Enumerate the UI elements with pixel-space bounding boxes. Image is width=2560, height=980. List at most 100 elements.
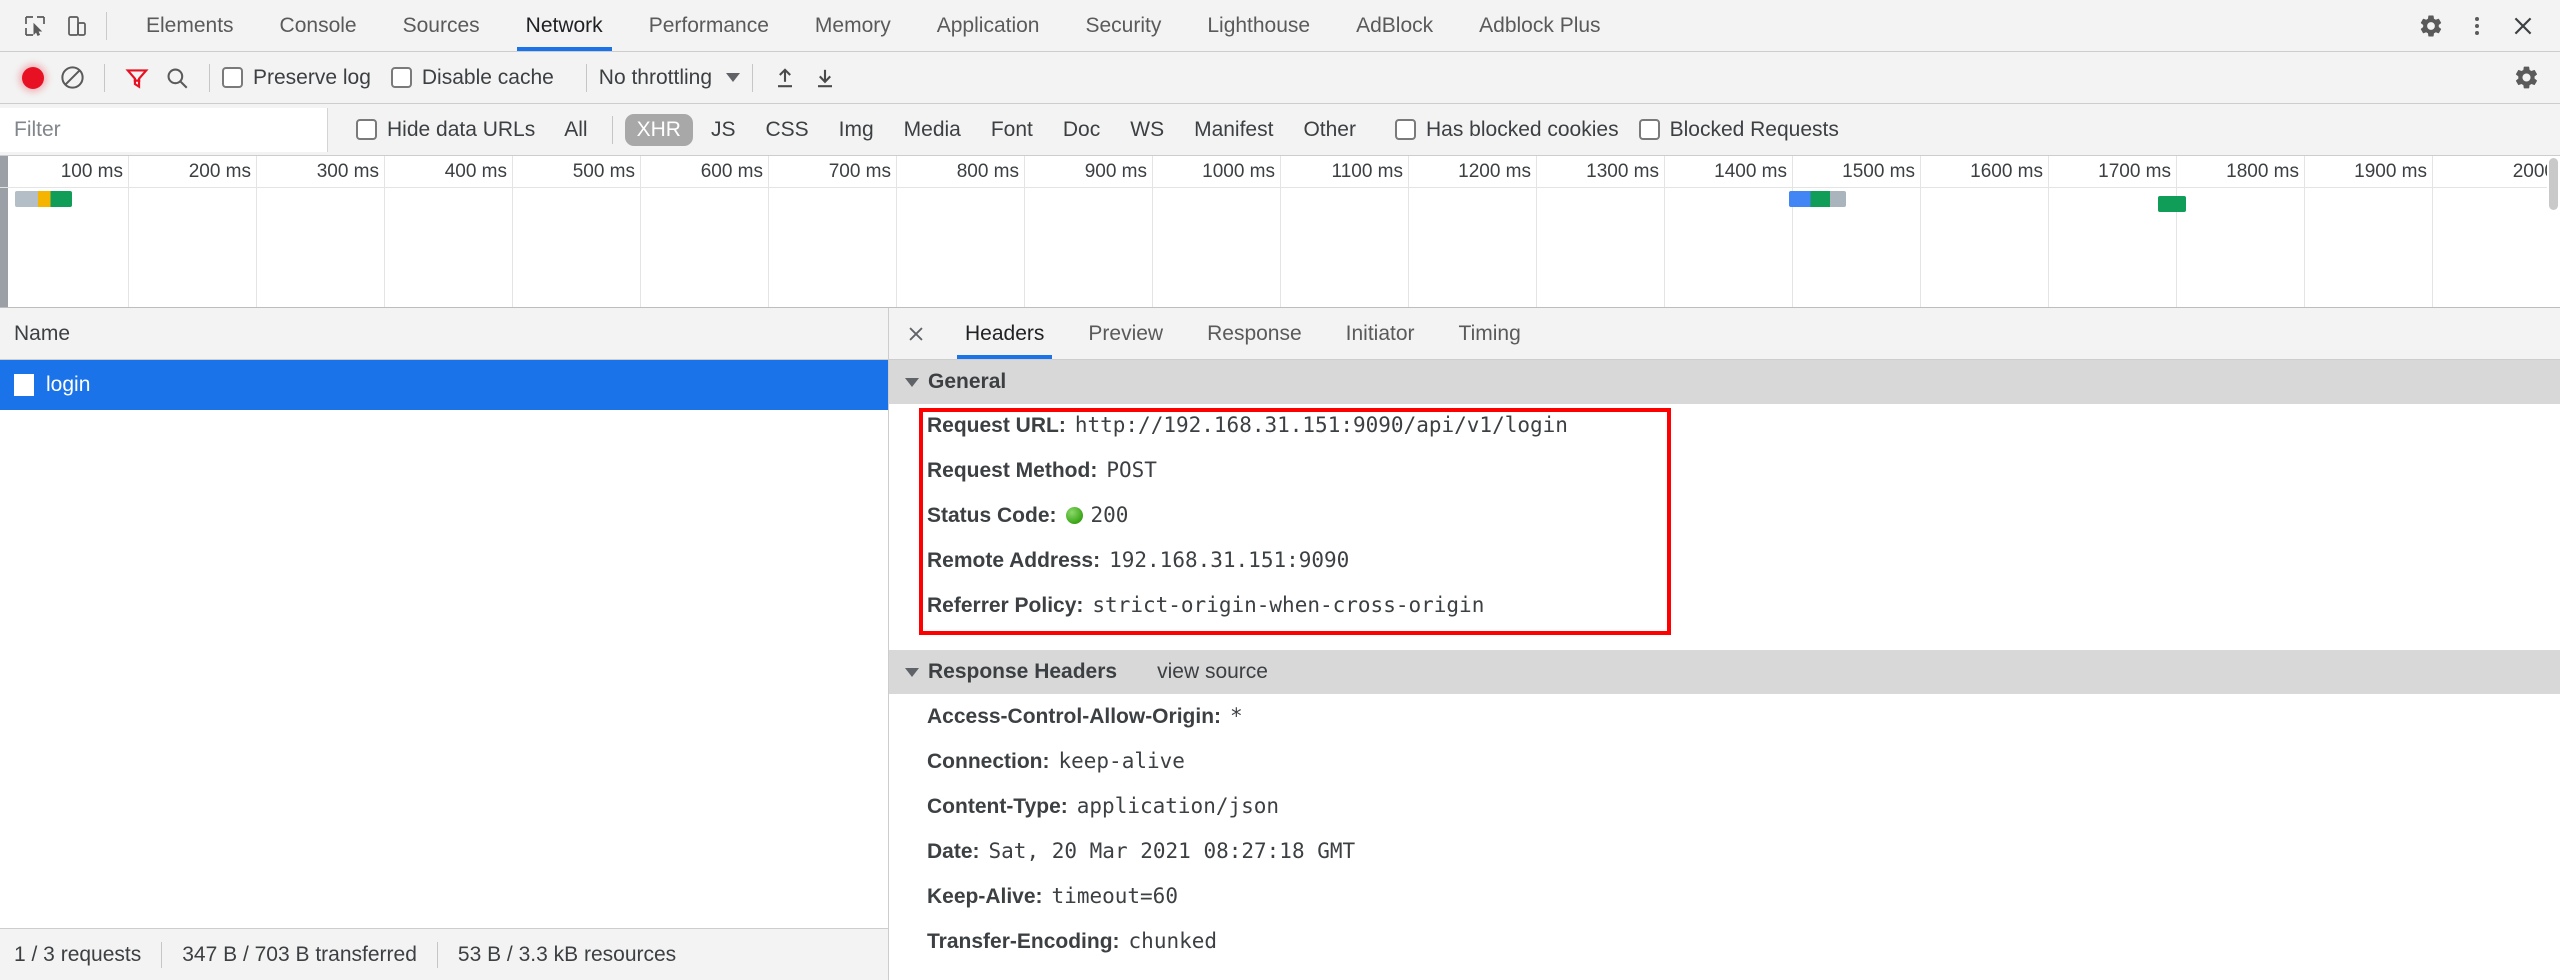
- filter-funnel-icon[interactable]: [117, 58, 157, 98]
- chevron-down-icon: [905, 377, 919, 387]
- blocked-requests-label: Blocked Requests: [1669, 117, 1839, 141]
- inspect-element-icon[interactable]: [14, 5, 56, 47]
- general-row-value: http://192.168.31.151:9090/api/v1/login: [1074, 413, 1568, 437]
- tab-console[interactable]: Console: [257, 0, 380, 51]
- timeline-overview[interactable]: 100 ms 200 ms 300 ms 400 ms 500 ms 600 ms 700 …: [0, 156, 2560, 308]
- tab-adblock-plus[interactable]: Adblock Plus: [1456, 0, 1623, 51]
- type-filter-xhr[interactable]: XHR: [624, 113, 693, 146]
- tab-network[interactable]: Network: [503, 0, 626, 51]
- column-header-name: Name: [14, 321, 71, 345]
- scrollbar-thumb[interactable]: [2549, 158, 2558, 210]
- search-input[interactable]: [0, 107, 328, 152]
- type-filter-other[interactable]: Other: [1291, 114, 1368, 146]
- has-blocked-cookies-checkbox[interactable]: Has blocked cookies: [1394, 117, 1635, 142]
- tab-memory[interactable]: Memory: [792, 0, 914, 51]
- response-header-row: Transfer-Encoding: chunked: [889, 929, 2560, 974]
- response-header-value: application/json: [1076, 794, 1280, 818]
- type-filter-manifest[interactable]: Manifest: [1182, 114, 1285, 146]
- type-filter-font[interactable]: Font: [979, 114, 1045, 146]
- table-row[interactable]: login: [0, 360, 888, 410]
- more-vertical-icon[interactable]: [2454, 5, 2500, 47]
- throttling-dropdown[interactable]: No throttling: [599, 66, 741, 90]
- tab-sources[interactable]: Sources: [380, 0, 503, 51]
- request-detail-panel: Headers Preview Response Initiator Timin…: [889, 308, 2560, 980]
- clear-no-entry-icon[interactable]: [52, 58, 92, 98]
- tab-security[interactable]: Security: [1062, 0, 1184, 51]
- devtools-window: Elements Console Sources Network Perform…: [0, 0, 2560, 980]
- checkbox-box: [1394, 119, 1416, 140]
- checkbox-box: [390, 67, 412, 88]
- hide-data-urls-checkbox[interactable]: Hide data URLs: [356, 118, 545, 142]
- tab-label: AdBlock: [1356, 13, 1434, 37]
- disable-cache-checkbox[interactable]: Disable cache: [390, 65, 570, 90]
- timeline-ruler: 100 ms 200 ms 300 ms 400 ms 500 ms 600 ms 700 …: [0, 156, 2560, 307]
- chevron-down-icon: [726, 73, 741, 82]
- tab-label: Initiator: [1345, 321, 1415, 345]
- response-header-key: Content-Type:: [927, 795, 1068, 818]
- response-header-key: Date:: [927, 840, 980, 863]
- response-header-key: Access-Control-Allow-Origin:: [927, 705, 1222, 728]
- view-source-link[interactable]: view source: [1157, 660, 1268, 684]
- general-row: Request Method: POST: [889, 458, 2560, 503]
- gear-icon[interactable]: [2506, 58, 2546, 98]
- type-filter-img[interactable]: Img: [827, 114, 886, 146]
- checkbox-box: [222, 67, 243, 88]
- tab-initiator[interactable]: Initiator: [1324, 308, 1437, 359]
- tab-label: Lighthouse: [1207, 13, 1311, 37]
- timeline-header-band: [0, 156, 2560, 188]
- request-list-column-header[interactable]: Name: [0, 308, 888, 360]
- chevron-down-icon: [905, 667, 919, 677]
- blocked-requests-checkbox[interactable]: Blocked Requests: [1638, 117, 1855, 142]
- type-filter-js[interactable]: JS: [699, 114, 748, 146]
- document-icon: [14, 374, 34, 396]
- gear-icon[interactable]: [2408, 5, 2454, 47]
- tab-timing[interactable]: Timing: [1437, 308, 1543, 359]
- type-filter-media[interactable]: Media: [892, 114, 973, 146]
- tab-preview[interactable]: Preview: [1066, 308, 1185, 359]
- device-toolbar-icon[interactable]: [56, 5, 98, 47]
- timeline-request-bar: [1789, 191, 1846, 207]
- close-icon[interactable]: [889, 308, 943, 359]
- divider: [585, 63, 587, 92]
- tab-performance[interactable]: Performance: [626, 0, 792, 51]
- tab-elements[interactable]: Elements: [123, 0, 257, 51]
- network-filter-bar: Hide data URLs All XHR JS CSS Img Media …: [0, 104, 2560, 156]
- type-filter-ws[interactable]: WS: [1118, 114, 1176, 146]
- import-arrow-up-icon[interactable]: [765, 58, 805, 98]
- response-header-row: Content-Type: application/json: [889, 794, 2560, 839]
- tab-lighthouse[interactable]: Lighthouse: [1184, 0, 1333, 51]
- export-arrow-down-icon[interactable]: [805, 58, 845, 98]
- general-row: Referrer Policy: strict-origin-when-cross…: [889, 593, 2560, 638]
- preserve-log-checkbox[interactable]: Preserve log: [222, 66, 387, 90]
- tab-label: Adblock Plus: [1479, 13, 1601, 37]
- tab-headers[interactable]: Headers: [943, 308, 1066, 359]
- response-header-value: timeout=60: [1051, 884, 1178, 908]
- tab-response[interactable]: Response: [1185, 308, 1324, 359]
- resources-size: 53 B / 3.3 kB resources: [457, 942, 677, 966]
- search-magnifier-icon[interactable]: [157, 58, 197, 98]
- general-section-header[interactable]: General: [889, 360, 2560, 404]
- timeline-request-bar: [2158, 196, 2187, 212]
- type-filter-doc[interactable]: Doc: [1051, 114, 1112, 146]
- disable-cache-label: Disable cache: [421, 65, 554, 89]
- record-stop-icon[interactable]: [22, 66, 44, 89]
- transferred-size: 347 B / 703 B transferred: [182, 942, 417, 966]
- close-icon[interactable]: [2500, 5, 2546, 47]
- overview-scrollbar[interactable]: [2547, 156, 2560, 307]
- request-list-status-bar: 1 / 3 requests 347 B / 703 B transferred…: [0, 928, 888, 980]
- tab-application[interactable]: Application: [914, 0, 1063, 51]
- response-header-key: Transfer-Encoding:: [927, 930, 1120, 953]
- has-blocked-cookies-label: Has blocked cookies: [1425, 117, 1619, 141]
- checkbox-box: [1638, 119, 1660, 140]
- type-filter-all[interactable]: All: [552, 114, 599, 146]
- response-header-value: chunked: [1128, 929, 1218, 953]
- divider: [209, 63, 210, 92]
- response-headers-section-header[interactable]: Response Headers view source: [889, 650, 2560, 694]
- panel-tabs: Elements Console Sources Network Perform…: [123, 0, 2408, 51]
- tab-adblock[interactable]: AdBlock: [1333, 0, 1456, 51]
- type-filter-css[interactable]: CSS: [753, 114, 820, 146]
- requests-count: 1 / 3 requests: [14, 942, 142, 966]
- general-row-value: POST: [1106, 458, 1157, 482]
- divider: [752, 63, 754, 92]
- response-header-key: Keep-Alive:: [927, 885, 1043, 908]
